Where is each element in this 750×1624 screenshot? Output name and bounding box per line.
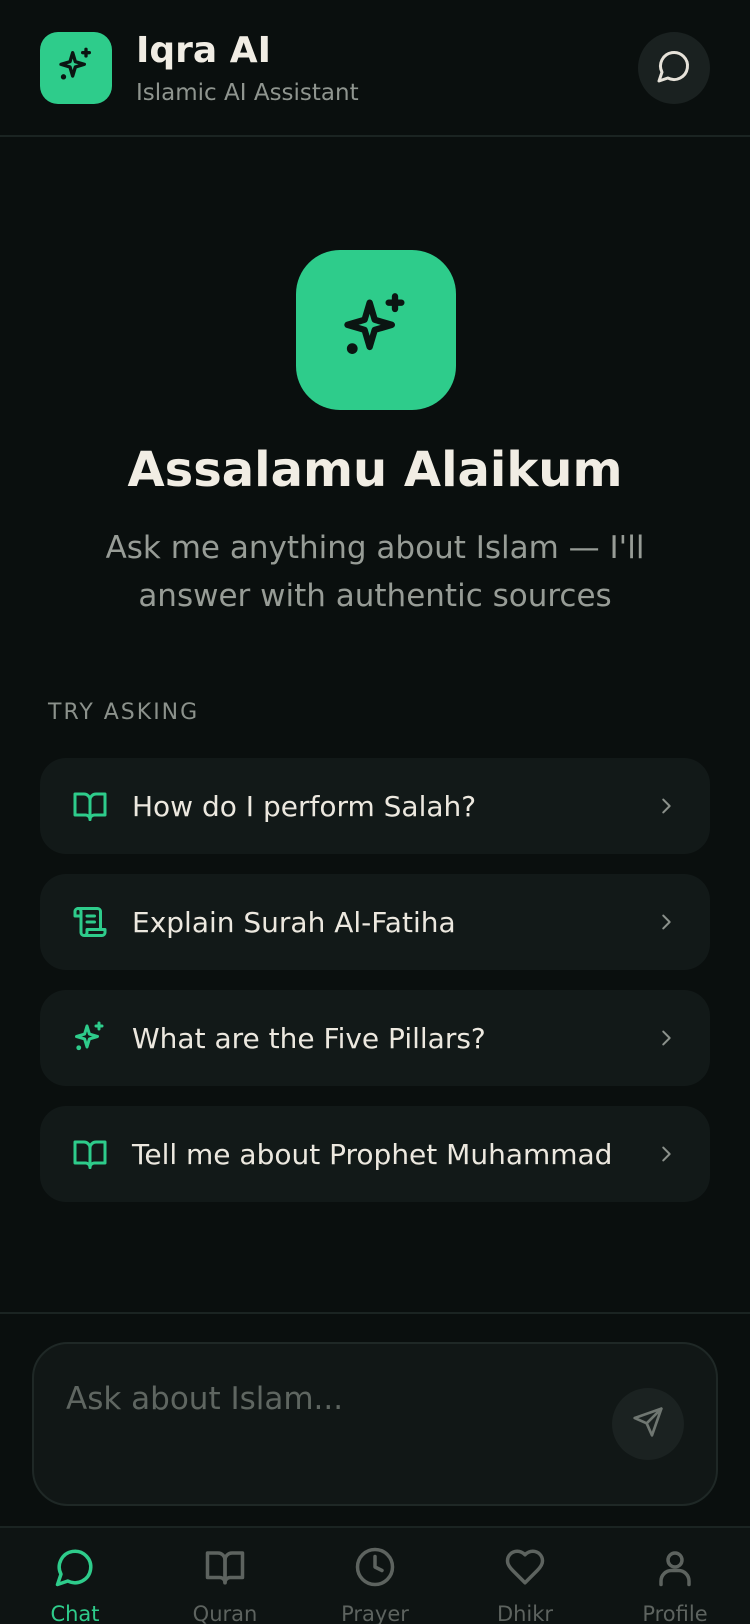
tab-label: Quran <box>192 1602 258 1624</box>
suggestion-label: Tell me about Prophet Muhammad <box>132 1137 613 1171</box>
tab-chat[interactable]: Chat <box>0 1528 150 1624</box>
composer <box>32 1342 718 1506</box>
tab-dhikr[interactable]: Dhikr <box>450 1528 600 1624</box>
book-open-icon <box>70 786 110 826</box>
user-icon <box>653 1546 697 1588</box>
tab-quran[interactable]: Quran <box>150 1528 300 1624</box>
chevron-right-icon <box>646 1018 686 1058</box>
chevron-right-icon <box>646 902 686 942</box>
tab-label: Chat <box>50 1602 100 1624</box>
section-label: TRY ASKING <box>48 700 200 725</box>
app-header: Iqra AI Islamic AI Assistant <box>0 0 750 137</box>
suggestion-label: How do I perform Salah? <box>132 789 477 823</box>
intro-text: Ask me anything about Islam — I'll answe… <box>105 530 645 614</box>
chat-bubble-icon <box>53 1546 97 1588</box>
tab-label: Profile <box>642 1602 708 1624</box>
sparkles-icon <box>56 46 96 90</box>
chevron-right-icon <box>646 786 686 826</box>
suggestion-label: Explain Surah Al-Fatiha <box>132 905 456 939</box>
tab-label: Prayer <box>341 1602 409 1624</box>
suggestion-label: What are the Five Pillars? <box>132 1021 486 1055</box>
sparkles-icon <box>338 290 414 370</box>
app-logo <box>40 32 112 104</box>
tab-label: Dhikr <box>496 1602 554 1624</box>
app-subtitle: Islamic AI Assistant <box>136 80 359 106</box>
send-button[interactable] <box>612 1388 684 1460</box>
book-open-icon <box>203 1546 247 1588</box>
greeting-heading: Assalamu Alaikum <box>127 442 623 498</box>
app-title: Iqra AI <box>136 30 271 71</box>
tab-profile[interactable]: Profile <box>600 1528 750 1624</box>
heart-icon <box>503 1546 547 1588</box>
suggestion-card[interactable]: What are the Five Pillars? <box>40 990 710 1086</box>
scroll-icon <box>70 902 110 942</box>
app-root: Iqra AI Islamic AI Assistant Assalamu Al… <box>0 0 750 1624</box>
send-icon <box>632 1406 664 1442</box>
chevron-right-icon <box>646 1134 686 1174</box>
hero-logo <box>296 250 456 410</box>
composer-area <box>0 1312 750 1526</box>
clock-icon <box>353 1546 397 1588</box>
message-input[interactable] <box>66 1374 586 1424</box>
chat-bubble-icon <box>656 48 692 88</box>
sparkles-icon <box>70 1018 110 1058</box>
book-open-icon <box>70 1134 110 1174</box>
tab-prayer[interactable]: Prayer <box>300 1528 450 1624</box>
bottom-tab-bar: Chat Quran Prayer Dhikr Profile <box>0 1526 750 1624</box>
suggestion-card[interactable]: How do I perform Salah? <box>40 758 710 854</box>
suggestion-card[interactable]: Explain Surah Al-Fatiha <box>40 874 710 970</box>
suggestion-card[interactable]: Tell me about Prophet Muhammad <box>40 1106 710 1202</box>
new-chat-button[interactable] <box>638 32 710 104</box>
